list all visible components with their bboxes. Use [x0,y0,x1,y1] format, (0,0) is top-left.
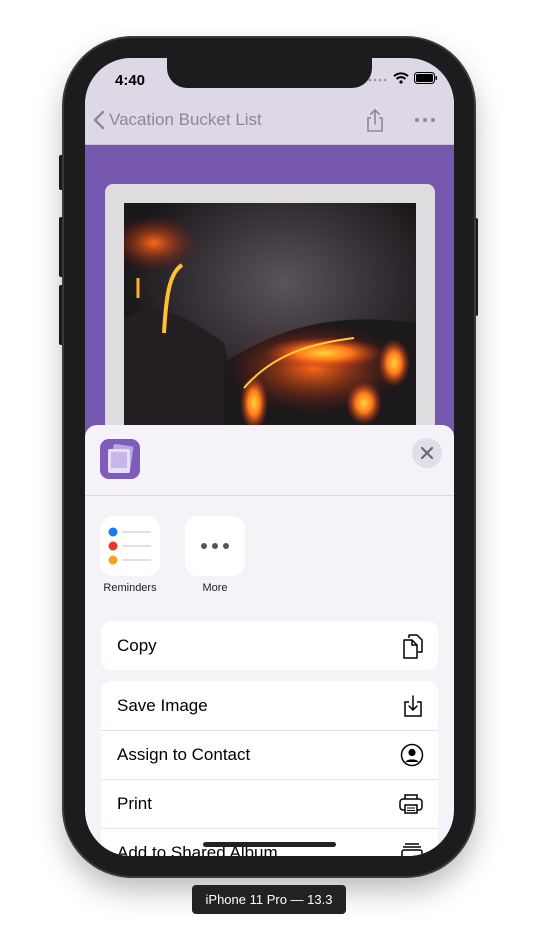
simulator-device-label: iPhone 11 Pro — 13.3 [192,885,346,914]
assign-to-contact-action[interactable]: Assign to Contact [101,730,438,779]
chevron-left-icon [93,110,105,130]
share-sheet-header [85,425,454,496]
navigation-bar: Vacation Bucket List [85,100,454,145]
lava-photo [124,203,416,433]
shared-album-icon [401,843,423,856]
action-label: Copy [117,635,157,655]
home-indicator[interactable] [203,842,336,847]
save-image-icon [404,694,422,717]
back-button-label: Vacation Bucket List [109,110,262,129]
status-icons [368,72,438,84]
status-time: 4:40 [115,72,146,89]
reminders-icon [100,516,160,576]
share-sheet: Reminders More Copy Save Image Assign to… [85,425,454,856]
copy-icon [403,633,423,659]
device-screen: 4:40 Vacation Bucket List Reminders More… [85,58,454,856]
print-action[interactable]: Print [101,779,438,828]
wifi-icon [393,72,409,84]
photo-card [105,184,435,444]
action-label: Print [117,794,152,813]
app-tile-more[interactable]: More [185,516,245,594]
action-label: Assign to Contact [117,745,251,764]
save-image-action[interactable]: Save Image [101,681,438,730]
back-button[interactable]: Vacation Bucket List [93,110,262,130]
app-icon [100,439,140,479]
printer-icon [399,794,423,814]
lava-flow-image [124,203,416,433]
more-options-icon[interactable] [415,118,435,122]
actions-group: Save Image Assign to Contact Print Add t… [101,681,438,856]
app-tile-reminders[interactable]: Reminders [100,516,160,594]
cellular-signal-icon [368,78,387,82]
copy-action[interactable]: Copy [101,621,438,670]
share-icon[interactable] [365,109,385,133]
app-tile-label: More [202,582,228,594]
app-tile-label: Reminders [103,582,157,594]
notch [167,58,372,88]
app-suggestions-row: Reminders More [100,516,245,594]
close-icon [421,447,433,459]
battery-icon [414,72,437,84]
more-icon [185,516,245,576]
close-button[interactable] [412,438,442,468]
copy-action-group: Copy [101,621,438,670]
action-label: Save Image [117,695,208,715]
contact-icon [400,743,424,767]
